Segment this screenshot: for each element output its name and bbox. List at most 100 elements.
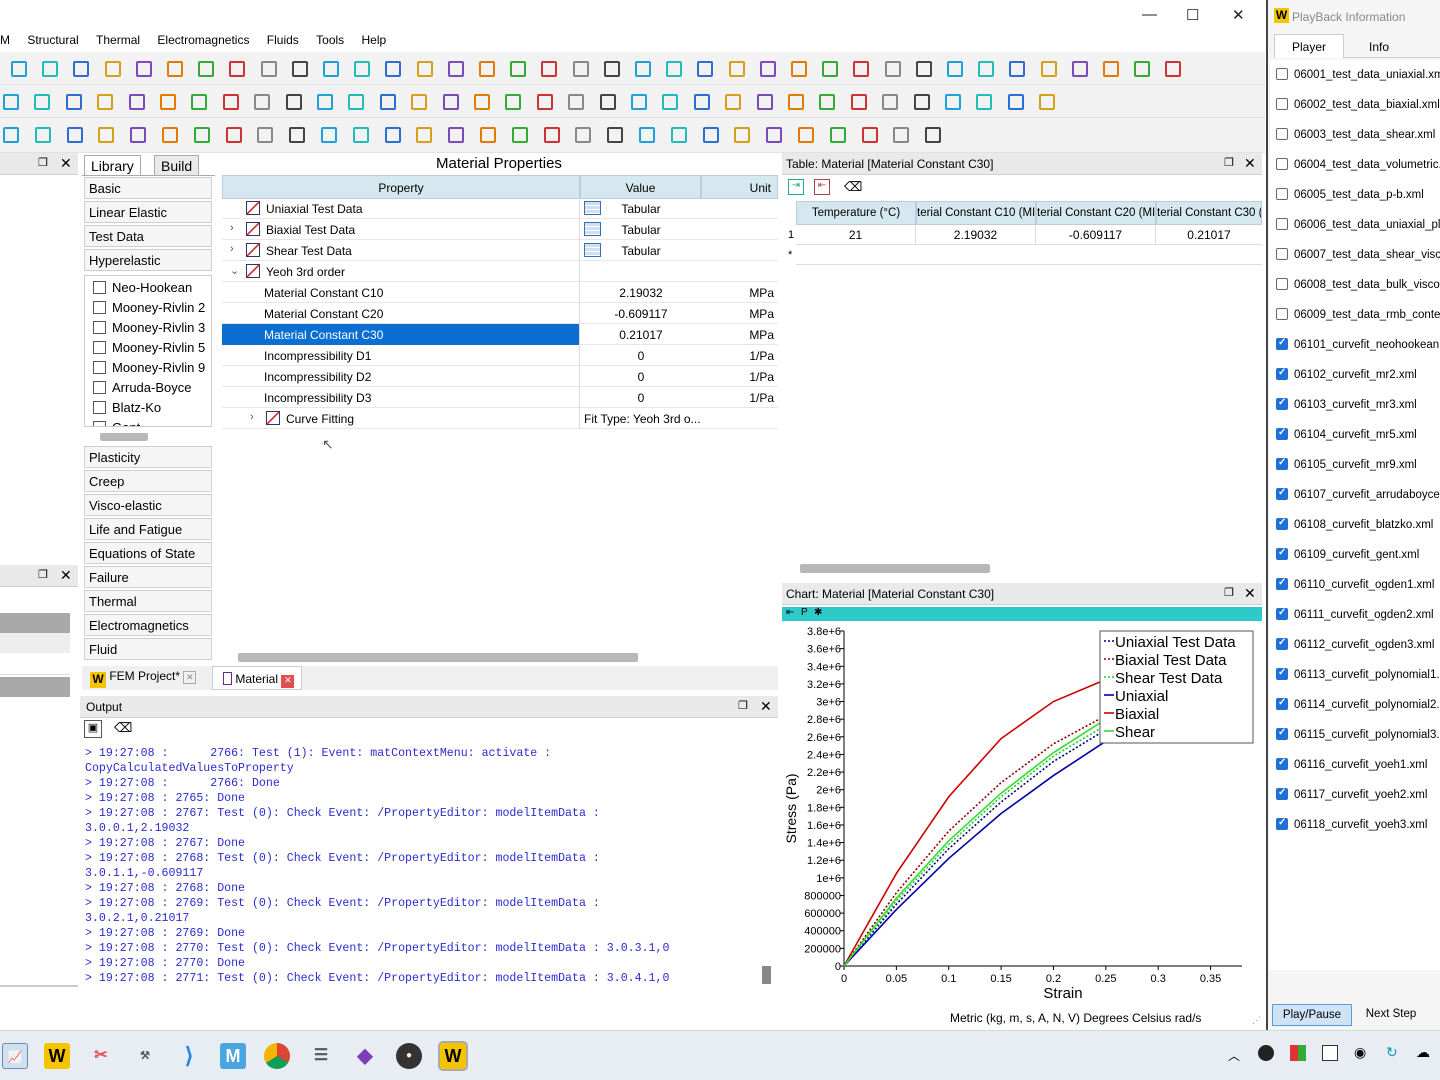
playback-item[interactable]: 06113_curvefit_polynomial1.: [1276, 667, 1440, 688]
table-cell[interactable]: 21: [796, 225, 916, 245]
toolbar-button[interactable]: [850, 58, 872, 80]
tray-icon[interactable]: ☁: [1416, 1044, 1430, 1061]
toolbar-button[interactable]: [757, 58, 779, 80]
playback-item[interactable]: 06117_curvefit_yoeh2.xml: [1276, 787, 1427, 808]
property-value[interactable]: Fit Type: Yeoh 3rd o...: [584, 412, 704, 426]
playback-item[interactable]: 06112_curvefit_ogden3.xml: [1276, 637, 1434, 658]
checkbox-icon[interactable]: [1276, 457, 1288, 470]
playback-item[interactable]: 06003_test_data_shear.xml: [1276, 128, 1435, 148]
property-row[interactable]: › Biaxial Test Data Tabular: [222, 219, 778, 240]
toolbar-button[interactable]: [8, 58, 30, 80]
toolbar-button[interactable]: [911, 91, 933, 113]
model-checkbox[interactable]: Gent: [93, 420, 140, 426]
playback-item[interactable]: 06115_curvefit_polynomial3.: [1276, 727, 1440, 748]
toolbar-button[interactable]: [882, 58, 904, 80]
close-icon[interactable]: ✕: [183, 671, 197, 684]
toolbar-button[interactable]: [973, 91, 995, 113]
column-header-temperature[interactable]: Temperature (°C): [796, 201, 916, 225]
toolbar-button[interactable]: [763, 124, 785, 146]
tab-fem-project[interactable]: W FEM Project* ✕: [90, 669, 197, 688]
app-w-icon[interactable]: W: [44, 1043, 70, 1069]
category-thermal[interactable]: Thermal: [84, 590, 212, 612]
checkbox-icon[interactable]: [93, 281, 106, 294]
category-electromagnetics[interactable]: Electromagnetics: [84, 614, 212, 636]
toolbar-button[interactable]: [157, 91, 179, 113]
toolbar-button[interactable]: [632, 58, 654, 80]
toolbar-button[interactable]: [731, 124, 753, 146]
category-failure[interactable]: Failure: [84, 566, 212, 588]
toolbar-button[interactable]: [534, 91, 556, 113]
playback-item[interactable]: 06007_test_data_shear_visco: [1276, 248, 1440, 268]
tray-icon[interactable]: [1258, 1045, 1274, 1061]
toolbar-button[interactable]: [220, 91, 242, 113]
toolbar-button[interactable]: [188, 91, 210, 113]
toolbar-button[interactable]: [102, 58, 124, 80]
export-icon[interactable]: ⇤: [814, 179, 830, 195]
toolbar-button[interactable]: [722, 91, 744, 113]
model-checkbox[interactable]: Mooney-Rivlin 5: [93, 340, 205, 360]
property-row[interactable]: Incompressibility D3 0 1/Pa: [222, 387, 778, 408]
toolbar-button[interactable]: [0, 124, 22, 146]
chevron-right-icon[interactable]: ›: [230, 243, 234, 255]
property-row[interactable]: Material Constant C30 0.21017 MPa: [222, 324, 778, 345]
toolbar-button[interactable]: [628, 91, 650, 113]
toolbar-button[interactable]: [1036, 91, 1058, 113]
maximize-button[interactable]: ☐: [1186, 6, 1199, 24]
toolbar-button[interactable]: [1131, 58, 1153, 80]
toolbar-button[interactable]: [476, 58, 498, 80]
toolbar-button[interactable]: [126, 91, 148, 113]
horizontal-scrollbar[interactable]: [800, 564, 990, 573]
model-checkbox[interactable]: Blatz-Ko: [93, 400, 161, 420]
tray-icon[interactable]: [1322, 1045, 1338, 1061]
checkbox-icon[interactable]: [1276, 547, 1288, 560]
toolbar-button[interactable]: [944, 58, 966, 80]
tab-library[interactable]: Library: [84, 155, 141, 175]
table-cell[interactable]: 0.21017: [1156, 225, 1262, 245]
toolbar-button[interactable]: [604, 124, 626, 146]
checkbox-icon[interactable]: [1276, 577, 1288, 590]
tab-material[interactable]: Material ✕: [212, 666, 302, 690]
menu-item-m[interactable]: M: [0, 30, 17, 47]
column-header-c20[interactable]: terial Constant C20 (MI: [1036, 201, 1156, 225]
close-icon[interactable]: ✕: [1244, 155, 1256, 172]
close-icon[interactable]: ✕: [760, 698, 772, 715]
toolbar-button[interactable]: [414, 58, 436, 80]
playback-item[interactable]: 06111_curvefit_ogden2.xml: [1276, 607, 1434, 628]
toolbar-button[interactable]: [570, 58, 592, 80]
pin-icon[interactable]: ⇤: [786, 607, 794, 618]
table-cell[interactable]: 2.19032: [916, 225, 1036, 245]
property-row[interactable]: Incompressibility D2 0 1/Pa: [222, 366, 778, 387]
playback-item[interactable]: 06004_test_data_volumetric.: [1276, 158, 1440, 178]
play-pause-button[interactable]: Play/Pause: [1272, 1004, 1352, 1026]
toolbar-button[interactable]: [1069, 58, 1091, 80]
toolbar-button[interactable]: [351, 58, 373, 80]
toolbar-button[interactable]: [726, 58, 748, 80]
toolbar-button[interactable]: [32, 124, 54, 146]
toolbar-button[interactable]: [1038, 58, 1060, 80]
tab-info[interactable]: Info: [1344, 34, 1414, 58]
toolbar-button[interactable]: [127, 124, 149, 146]
toolbar-button[interactable]: [382, 124, 404, 146]
toolbar-button[interactable]: [413, 124, 435, 146]
toolbar-button[interactable]: [318, 124, 340, 146]
toolbar-button[interactable]: [659, 91, 681, 113]
toolbar-button[interactable]: [636, 124, 658, 146]
toolbar-button[interactable]: [314, 91, 336, 113]
toolbar-button[interactable]: [1100, 58, 1122, 80]
toolbar-button[interactable]: [541, 124, 563, 146]
column-header-c30[interactable]: terial Constant C30 (: [1156, 201, 1262, 225]
toolbar-button[interactable]: [39, 58, 61, 80]
toolbar-button[interactable]: [668, 124, 690, 146]
next-step-button[interactable]: Next Step: [1356, 1004, 1426, 1026]
playback-item[interactable]: 06114_curvefit_polynomial2.: [1276, 697, 1440, 718]
vertical-scrollbar[interactable]: [762, 966, 771, 984]
toolbar-button[interactable]: [0, 91, 22, 113]
property-row[interactable]: Material Constant C20 -0.609117 MPa: [222, 303, 778, 324]
playback-item[interactable]: 06001_test_data_uniaxial.xm: [1276, 68, 1440, 88]
checkbox-icon[interactable]: [1276, 248, 1288, 260]
table-cell[interactable]: -0.609117: [1036, 225, 1156, 245]
horizontal-scrollbar[interactable]: [238, 653, 638, 662]
checkbox-icon[interactable]: [1276, 188, 1288, 200]
playback-item[interactable]: 06118_curvefit_yoeh3.xml: [1276, 817, 1427, 838]
toolbar-button[interactable]: [350, 124, 372, 146]
